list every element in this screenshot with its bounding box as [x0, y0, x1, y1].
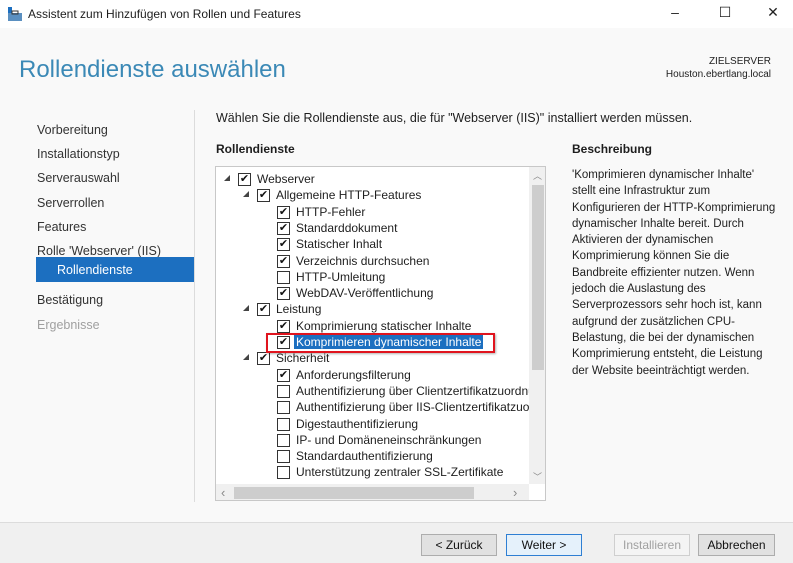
tree-item[interactable]: Unterstützung zentraler SSL-Zertifikate	[216, 465, 529, 481]
checkbox[interactable]	[277, 401, 290, 415]
tree-item-label: Unterstützung zentraler SSL-Zertifikate	[296, 465, 504, 480]
title-bar: Assistent zum Hinzufügen von Rollen und …	[0, 0, 793, 28]
tree-item[interactable]: ✔ Anforderungsfilterung	[216, 368, 529, 384]
checkbox[interactable]	[277, 270, 290, 284]
tree-item-label: Leistung	[276, 302, 322, 317]
tree-item-label: Sicherheit	[276, 351, 330, 366]
tree-item-label: WebDAV-Veröffentlichung	[296, 286, 434, 301]
expand-triangle-icon[interactable]	[224, 175, 230, 181]
tree-item[interactable]: ✔ Leistung	[216, 302, 529, 318]
checkbox[interactable]: ✔	[277, 254, 290, 268]
cancel-button[interactable]: Abbrechen	[698, 534, 775, 556]
maximize-button[interactable]: ☐	[710, 4, 740, 24]
tree-item-label: Digestauthentifizierung	[296, 416, 419, 431]
checkbox[interactable]	[277, 433, 290, 447]
tree-item[interactable]: ✔ Verzeichnis durchsuchen	[216, 254, 529, 270]
sidebar-step[interactable]: Serverauswahl	[36, 165, 194, 189]
tree-item-label: Komprimierung statischer Inhalte	[296, 318, 472, 333]
tree-item[interactable]: ✔ Webserver	[216, 172, 529, 188]
tree-item-label: Allgemeine HTTP-Features	[276, 188, 422, 203]
checkbox[interactable]: ✔	[277, 368, 290, 382]
description-heading: Beschreibung	[572, 142, 653, 156]
expand-triangle-icon[interactable]	[243, 191, 249, 198]
target-server-name: Houston.ebertlang.local	[665, 69, 771, 80]
tree-item-label: Standardauthentifizierung	[296, 449, 433, 464]
checkbox[interactable]	[277, 384, 290, 398]
tree-item[interactable]: Standardauthentifizierung	[216, 449, 529, 465]
expand-triangle-icon[interactable]	[243, 305, 249, 312]
target-server-label: ZIELSERVER	[708, 56, 771, 67]
checkbox[interactable]	[277, 417, 290, 431]
expand-triangle-icon[interactable]	[243, 354, 249, 361]
tree-item-label: Authentifizierung über Clientzertifikatz…	[296, 383, 546, 398]
tree-item-label: HTTP-Fehler	[296, 204, 366, 219]
tree-item-label: HTTP-Umleitung	[296, 269, 386, 284]
tree-item-label: Authentifizierung über IIS-Clientzertifi…	[296, 400, 546, 415]
checkbox[interactable]: ✔	[277, 319, 290, 333]
checkbox[interactable]: ✔	[257, 189, 270, 203]
checkbox[interactable]: ✔	[277, 205, 290, 219]
tree-item[interactable]: Authentifizierung über IIS-Clientzertifi…	[216, 400, 545, 416]
scroll-down-icon[interactable]: ﹀	[533, 470, 542, 483]
tree-item[interactable]: ✔ Standarddokument	[216, 221, 529, 237]
tree-item[interactable]: IP- und Domäneneinschränkungen	[216, 433, 529, 449]
vertical-scroll-thumb[interactable]	[532, 185, 544, 370]
checkbox[interactable]: ✔	[257, 352, 270, 366]
minimize-button[interactable]: –	[660, 4, 690, 24]
sidebar-step[interactable]: Vorbereitung	[36, 117, 194, 141]
next-button[interactable]: Weiter >	[506, 534, 582, 556]
checkbox[interactable]	[277, 466, 290, 480]
page-title: Rollendienste auswählen	[19, 56, 286, 83]
checkbox[interactable]: ✔	[277, 221, 290, 235]
highlight-annotation	[266, 333, 495, 353]
tree-item[interactable]: ✔ Statischer Inhalt	[216, 237, 529, 253]
sidebar-step[interactable]: Rollendienste	[36, 257, 194, 282]
description-text: 'Komprimieren dynamischer Inhalte' stell…	[572, 169, 776, 377]
tree-item[interactable]: HTTP-Umleitung	[216, 270, 529, 286]
window-title: Assistent zum Hinzufügen von Rollen und …	[28, 7, 301, 21]
tree-item-label: Statischer Inhalt	[296, 237, 383, 252]
checkbox[interactable]: ✔	[238, 173, 251, 186]
tree-item[interactable]: ✔ WebDAV-Veröffentlichung	[216, 286, 529, 302]
tree-item-label: Webserver	[257, 172, 315, 186]
scroll-left-icon[interactable]: ‹	[221, 485, 225, 500]
tree-item[interactable]: ✔ HTTP-Fehler	[216, 205, 529, 221]
tree-item-label: Verzeichnis durchsuchen	[296, 253, 430, 268]
tree-item-label: Anforderungsfilterung	[296, 367, 411, 382]
scroll-up-icon[interactable]: ︿	[533, 169, 542, 182]
tree-item[interactable]: ✔ Sicherheit	[216, 351, 529, 367]
close-button[interactable]: ✕	[758, 4, 788, 24]
tree-item-label: Standarddokument	[296, 220, 398, 235]
sidebar-step[interactable]: Installationstyp	[36, 141, 194, 165]
sidebar-step[interactable]: Serverrollen	[36, 190, 194, 214]
role-services-heading: Rollendienste	[216, 142, 295, 156]
checkbox[interactable]: ✔	[277, 287, 290, 301]
scroll-right-icon[interactable]: ›	[513, 485, 517, 500]
checkbox[interactable]: ✔	[277, 238, 290, 252]
tree-item[interactable]: Digestauthentifizierung	[216, 417, 529, 433]
install-button[interactable]: Installieren	[614, 534, 690, 556]
checkbox[interactable]	[277, 450, 290, 464]
back-button[interactable]: < Zurück	[421, 534, 497, 556]
tree-item-label: IP- und Domäneneinschränkungen	[296, 432, 482, 447]
sidebar-step: Ergebnisse	[37, 318, 100, 332]
tree-item[interactable]: ✔ Allgemeine HTTP-Features	[216, 188, 529, 204]
sidebar-step[interactable]: Features	[36, 214, 194, 238]
checkbox[interactable]: ✔	[257, 303, 270, 317]
tree-item[interactable]: Authentifizierung über Clientzertifikatz…	[216, 384, 545, 400]
intro-text: Wählen Sie die Rollendienste aus, die fü…	[216, 111, 693, 125]
divider	[194, 110, 195, 502]
horizontal-scroll-thumb[interactable]	[234, 487, 474, 499]
server-manager-icon	[8, 7, 22, 21]
sidebar-step[interactable]: Bestätigung	[36, 287, 194, 311]
